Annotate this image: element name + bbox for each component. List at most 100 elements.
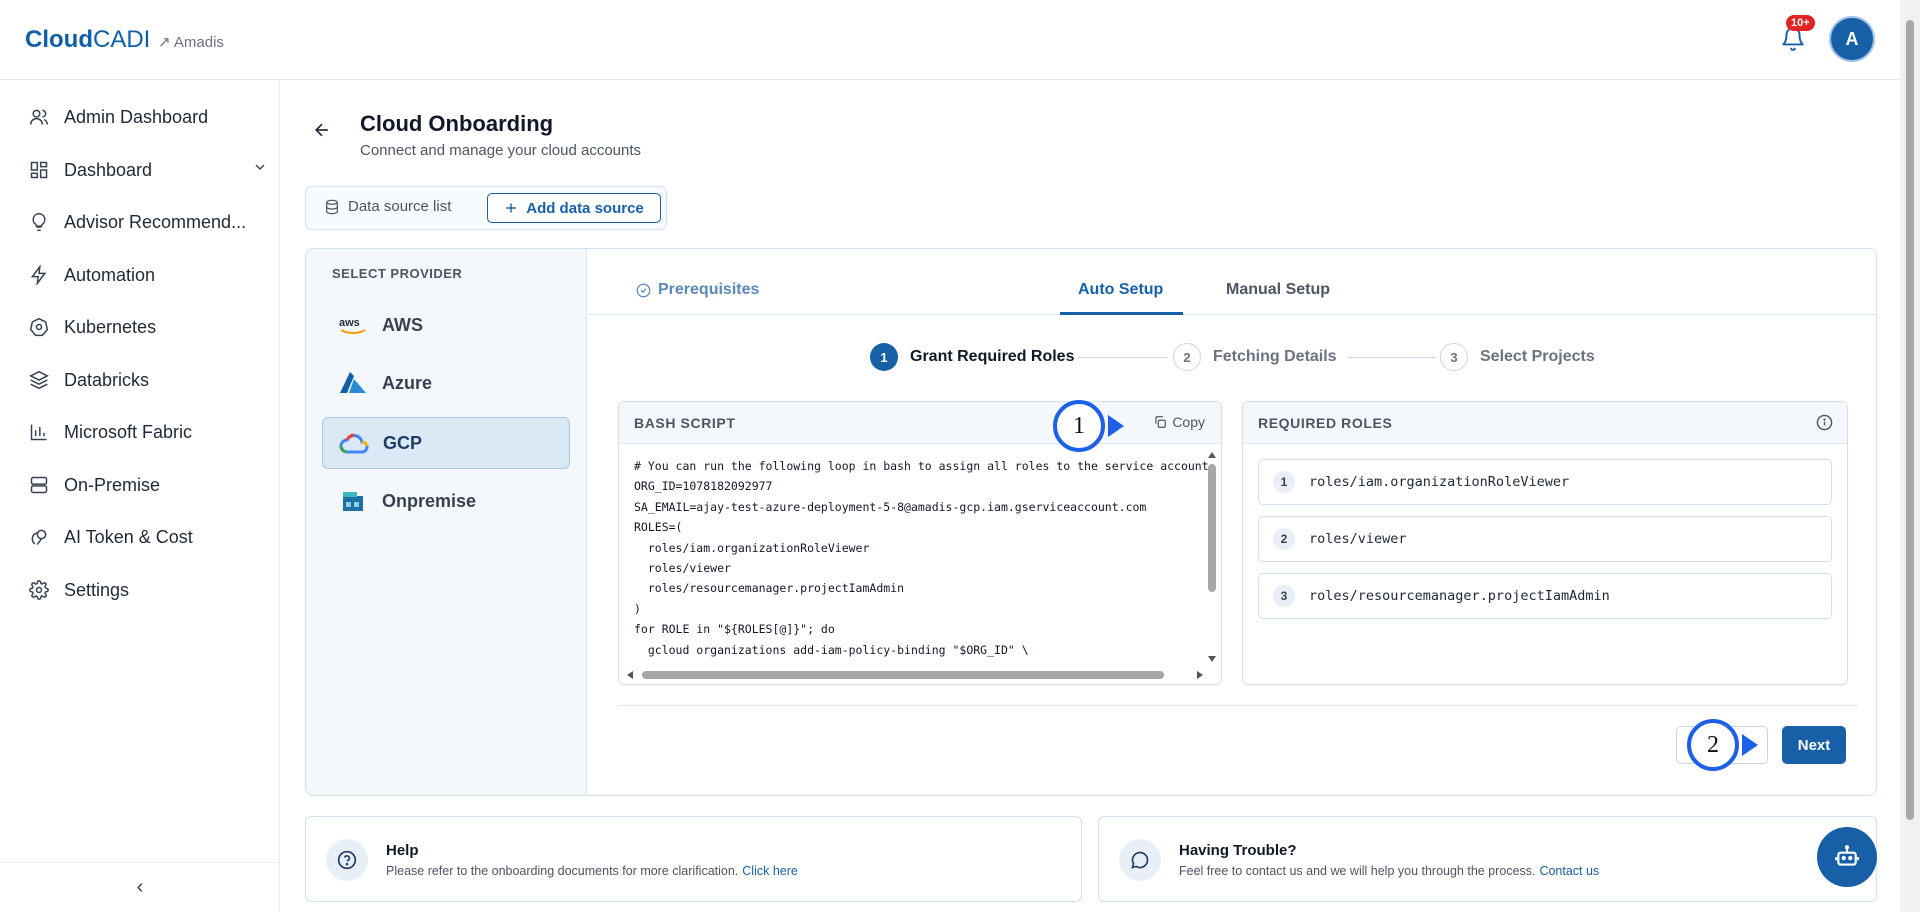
trouble-text: Feel free to contact us and we will help… (1179, 864, 1536, 878)
database-icon (324, 199, 340, 215)
tab-manual-setup[interactable]: Manual Setup (1226, 281, 1330, 299)
layers-icon (28, 369, 50, 391)
tab-label: Prerequisites (658, 281, 760, 298)
sidebar-item-label: AI Token & Cost (64, 526, 193, 547)
sidebar-item-settings[interactable]: Settings (28, 575, 268, 605)
help-icon (326, 839, 368, 881)
sidebar-item-kubernetes[interactable]: Kubernetes (28, 312, 268, 342)
scroll-down-icon[interactable] (1207, 654, 1217, 664)
top-header: CloudCADI ↗ Amadis 10+ A (0, 0, 1900, 80)
role-name: roles/resourcemanager.projectIamAdmin (1309, 588, 1610, 604)
required-roles-box: REQUIRED ROLES 1 roles/iam.organizationR… (1242, 401, 1848, 685)
sidebar-item-automation[interactable]: Automation (28, 260, 268, 290)
plus-icon (504, 201, 518, 215)
page-title: Cloud Onboarding (360, 111, 554, 136)
step-number: 1 (870, 343, 898, 371)
annotation-marker-2: 2 (1687, 719, 1739, 771)
bash-script-box: BASH SCRIPT Copy # You can run the follo… (618, 401, 1222, 685)
sidebar-item-label: Databricks (64, 369, 150, 390)
required-roles-title: REQUIRED ROLES (1258, 415, 1393, 431)
scroll-right-icon[interactable] (1195, 670, 1205, 680)
kubernetes-icon (28, 316, 50, 338)
role-name: roles/viewer (1309, 531, 1407, 547)
provider-section-label: SELECT PROVIDER (332, 266, 463, 281)
sidebar-item-advisor[interactable]: Advisor Recommend... (28, 207, 268, 237)
annotation-marker-1: 1 (1053, 400, 1105, 452)
actions-divider (618, 705, 1858, 706)
chatbot-button[interactable] (1817, 827, 1877, 887)
provider-gcp[interactable]: GCP (322, 417, 570, 469)
datasource-list-label: Data source list (348, 198, 452, 215)
step-label: Fetching Details (1213, 348, 1337, 365)
code-horizontal-scrollbar[interactable] (625, 670, 1205, 680)
step-label: Select Projects (1480, 348, 1595, 365)
azure-icon (338, 371, 368, 395)
tab-prerequisites[interactable]: Prerequisites (636, 281, 759, 299)
role-item: 3 roles/resourcemanager.projectIamAdmin (1258, 573, 1832, 619)
help-description: Please refer to the onboarding documents… (386, 864, 798, 878)
tab-auto-setup[interactable]: Auto Setup (1078, 281, 1163, 299)
code-vertical-scrollbar[interactable] (1207, 450, 1217, 664)
role-item: 1 roles/iam.organizationRoleViewer (1258, 459, 1832, 505)
server-icon (28, 474, 50, 496)
avatar[interactable]: A (1829, 16, 1875, 62)
scroll-up-icon[interactable] (1207, 450, 1217, 460)
back-arrow-icon[interactable] (312, 120, 332, 146)
provider-onpremise[interactable]: Onpremise (322, 475, 570, 527)
info-icon[interactable] (1816, 414, 1833, 431)
users-icon (28, 106, 50, 128)
add-datasource-button[interactable]: Add data source (487, 193, 661, 223)
bash-script-title: BASH SCRIPT (634, 415, 736, 431)
sidebar-item-label: Microsoft Fabric (64, 421, 193, 442)
page-scrollbar[interactable] (1900, 0, 1920, 912)
chevron-left-icon: ‹ (136, 876, 144, 898)
provider-label: Azure (382, 372, 433, 393)
role-number: 1 (1273, 471, 1295, 493)
gcp-icon (339, 431, 369, 455)
sidebar-item-admin-dashboard[interactable]: Admin Dashboard (28, 102, 268, 132)
copy-button[interactable]: Copy (1153, 414, 1205, 430)
trouble-description: Feel free to contact us and we will help… (1179, 864, 1599, 878)
sidebar-item-dashboard[interactable]: Dashboard (28, 155, 268, 185)
contact-link[interactable]: Contact us (1539, 864, 1599, 878)
scrollbar-thumb[interactable] (1906, 20, 1914, 820)
step-connector (1348, 357, 1436, 358)
chevron-down-icon[interactable] (252, 159, 268, 180)
next-button[interactable]: Next (1782, 726, 1846, 764)
help-text: Please refer to the onboarding documents… (386, 864, 739, 878)
scroll-left-icon[interactable] (625, 670, 635, 680)
sidebar-item-on-premise[interactable]: On-Premise (28, 470, 268, 500)
help-title: Help (386, 842, 419, 859)
annotation-pointer (1108, 415, 1124, 437)
step-number: 2 (1173, 343, 1201, 371)
logo-bold: Cloud (25, 26, 93, 53)
notification-badge: 10+ (1786, 15, 1815, 31)
role-number: 3 (1273, 585, 1295, 607)
bar-chart-icon (28, 421, 50, 443)
provider-aws[interactable]: aws AWS (322, 299, 570, 351)
sidebar-item-label: Settings (64, 579, 130, 600)
onpremise-icon (338, 489, 368, 513)
sidebar-collapse-button[interactable]: ‹ (0, 862, 280, 912)
help-link[interactable]: Click here (742, 864, 798, 878)
tenant-name[interactable]: ↗ Amadis (158, 33, 224, 51)
app-logo[interactable]: CloudCADI (25, 26, 150, 54)
sidebar-item-ai-token-cost[interactable]: AI Token & Cost (28, 522, 268, 552)
bash-script-code[interactable]: # You can run the following loop in bash… (634, 456, 1209, 660)
step-connector (1078, 357, 1168, 358)
role-number: 2 (1273, 528, 1295, 550)
scrollbar-thumb[interactable] (642, 671, 1164, 679)
role-name: roles/iam.organizationRoleViewer (1309, 474, 1570, 490)
bolt-icon (28, 264, 50, 286)
annotation-pointer (1742, 734, 1758, 756)
sidebar-item-databricks[interactable]: Databricks (28, 365, 268, 395)
ai-token-icon (28, 526, 50, 548)
datasource-list-button[interactable]: Data source list (324, 198, 451, 215)
provider-label: AWS (382, 314, 424, 335)
sidebar: Admin Dashboard Dashboard Advisor Recomm… (0, 80, 280, 912)
sidebar-item-microsoft-fabric[interactable]: Microsoft Fabric (28, 417, 268, 447)
scrollbar-thumb[interactable] (1208, 464, 1216, 592)
page-subtitle: Connect and manage your cloud accounts (360, 142, 642, 159)
provider-azure[interactable]: Azure (322, 357, 570, 409)
sidebar-item-label: Admin Dashboard (64, 106, 209, 127)
